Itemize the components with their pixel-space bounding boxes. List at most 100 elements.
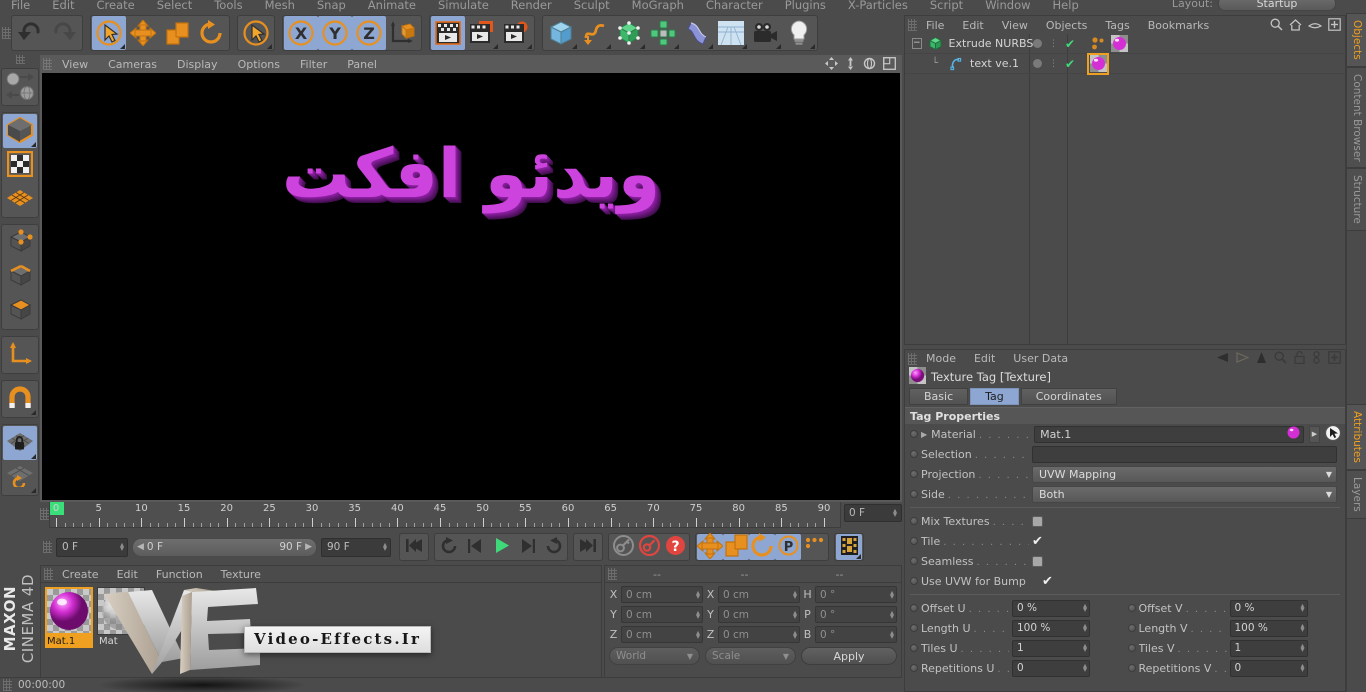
editor-visibility-dot[interactable] bbox=[1032, 39, 1042, 48]
spinner[interactable]: ▴ ▾ bbox=[793, 628, 797, 640]
menu-item-x-particles[interactable]: X-Particles bbox=[837, 0, 919, 12]
frame-spinner[interactable]: ▴ ▾ bbox=[893, 507, 897, 519]
render-region-button[interactable] bbox=[465, 16, 499, 50]
menu-item-select[interactable]: Select bbox=[146, 0, 203, 12]
doc-end-spinner[interactable]: ▴ ▾ bbox=[383, 541, 387, 553]
menu-item-create[interactable]: Create bbox=[86, 0, 146, 12]
viewport-gripper[interactable] bbox=[43, 58, 52, 70]
toolbar-gripper[interactable] bbox=[2, 27, 11, 39]
lock-workplane-button[interactable] bbox=[3, 426, 37, 460]
attribute-menu-item-mode[interactable]: Mode bbox=[917, 351, 965, 366]
material-thumbnail[interactable] bbox=[97, 587, 145, 635]
material-list[interactable]: Mat.1 Mat bbox=[41, 583, 601, 691]
object-visibility-dots[interactable]: ⋮ ✔ bbox=[1023, 37, 1085, 51]
spinner[interactable]: ▴ ▾ bbox=[793, 608, 797, 620]
tab-coordinates[interactable]: Coordinates bbox=[1020, 388, 1117, 405]
coordinate-system-dropdown[interactable]: World ▼ bbox=[609, 647, 700, 665]
material-field[interactable]: Mat.1 bbox=[1034, 425, 1304, 443]
keyframe-selection-button[interactable]: ? bbox=[662, 534, 688, 560]
tab-basic[interactable]: Basic bbox=[909, 388, 969, 405]
size-z-input[interactable]: 0 cm ▴ ▾ bbox=[718, 626, 800, 643]
object-axis-mode-button[interactable] bbox=[3, 338, 37, 372]
spinner[interactable]: ▴ ▾ bbox=[696, 588, 700, 600]
add-spline-button[interactable] bbox=[578, 16, 612, 50]
enabled-check-icon[interactable]: ✔ bbox=[1065, 57, 1075, 71]
position-x-input[interactable]: 0 cm ▴ ▾ bbox=[621, 586, 703, 603]
spinner[interactable]: ▴ ▾ bbox=[1083, 662, 1087, 674]
spinner[interactable]: ▴ ▾ bbox=[1300, 602, 1304, 614]
repetitions-u-input[interactable]: 0 ▴ ▾ bbox=[1012, 659, 1090, 677]
menu-item-sculpt[interactable]: Sculpt bbox=[563, 0, 621, 12]
position-z-input[interactable]: 0 cm ▴ ▾ bbox=[621, 626, 703, 643]
rotation-p-input[interactable]: 0 ° ▴ ▾ bbox=[815, 606, 897, 623]
viewport-canvas[interactable]: ویدئو افکت bbox=[42, 73, 900, 500]
viewport-menu-item-filter[interactable]: Filter bbox=[290, 57, 337, 72]
menu-item-animate[interactable]: Animate bbox=[357, 0, 427, 12]
object-menu-item-tags[interactable]: Tags bbox=[1096, 18, 1138, 33]
tiles-u-input[interactable]: 1 ▴ ▾ bbox=[1012, 639, 1090, 657]
edges-mode-button[interactable] bbox=[3, 260, 37, 294]
up-arrow-icon[interactable] bbox=[1256, 351, 1267, 367]
model-mode-button[interactable] bbox=[3, 114, 37, 148]
lock-icon[interactable] bbox=[1294, 351, 1305, 367]
object-menu-item-edit[interactable]: Edit bbox=[953, 18, 992, 33]
forward-arrow-icon[interactable] bbox=[1236, 352, 1250, 366]
dock-tab-structure[interactable]: Structure bbox=[1346, 168, 1366, 232]
range-right-arrow-icon[interactable]: ▶ bbox=[305, 542, 312, 552]
doc-start-spinner[interactable]: ▴ ▾ bbox=[120, 541, 124, 553]
move-tool[interactable] bbox=[126, 16, 160, 50]
status-bar-gripper[interactable] bbox=[3, 679, 12, 691]
spinner[interactable]: ▴ ▾ bbox=[1300, 662, 1304, 674]
coordinate-mode-dropdown[interactable]: Scale ▼ bbox=[705, 647, 796, 665]
viewport-menu-item-cameras[interactable]: Cameras bbox=[98, 57, 167, 72]
texture-tag[interactable] bbox=[1110, 35, 1128, 53]
parameter-dot[interactable] bbox=[910, 557, 918, 565]
spinner[interactable]: ▴ ▾ bbox=[890, 588, 894, 600]
material-manager-gripper[interactable] bbox=[44, 568, 53, 580]
viewport-menu-item-display[interactable]: Display bbox=[167, 57, 228, 72]
offset-v-input[interactable]: 0 % ▴ ▾ bbox=[1229, 599, 1308, 617]
add-mograph-button[interactable] bbox=[646, 16, 680, 50]
parameter-dot[interactable] bbox=[910, 517, 918, 525]
spinner[interactable]: ▴ ▾ bbox=[890, 608, 894, 620]
frame-ruler[interactable]: 0 5 10 15 20 25 30 35 40 45 50 55 60 65 70 75 80 85 90 bbox=[49, 502, 841, 528]
seamless-checkbox[interactable] bbox=[1032, 555, 1043, 567]
object-menu-item-file[interactable]: File bbox=[917, 18, 953, 33]
play-forwards-button[interactable] bbox=[540, 534, 566, 560]
play-backwards-button[interactable] bbox=[436, 534, 462, 560]
menu-item-snap[interactable]: Snap bbox=[306, 0, 357, 12]
render-visibility-dots[interactable]: ⋮ bbox=[1049, 59, 1058, 68]
menu-item-mesh[interactable]: Mesh bbox=[254, 0, 306, 12]
object-menu-item-view[interactable]: View bbox=[993, 18, 1037, 33]
pan-icon[interactable] bbox=[825, 57, 838, 73]
layout-selector[interactable]: Layout: Startup bbox=[1172, 0, 1336, 11]
viewport-menu-item-view[interactable]: View bbox=[52, 57, 98, 72]
parameter-dot[interactable] bbox=[910, 450, 918, 458]
menu-item-tools[interactable]: Tools bbox=[203, 0, 253, 12]
dock-tab-layers[interactable]: Layers bbox=[1346, 470, 1366, 519]
material-picker-icon[interactable] bbox=[1325, 424, 1341, 444]
go-to-start-button[interactable] bbox=[401, 534, 427, 560]
viewport-menu-item-options[interactable]: Options bbox=[228, 57, 290, 72]
left-toolbar-gripper[interactable] bbox=[15, 55, 25, 64]
editor-visibility-dot[interactable] bbox=[1032, 59, 1042, 68]
object-row[interactable]: └ text ve.1 ⋮ ✔ bbox=[905, 52, 1345, 75]
rotation-h-input[interactable]: 0 ° ▴ ▾ bbox=[815, 586, 897, 603]
world-object-axis-button[interactable] bbox=[386, 16, 420, 50]
material-item[interactable]: Mat bbox=[97, 587, 145, 648]
size-x-input[interactable]: 0 cm ▴ ▾ bbox=[718, 586, 800, 603]
length-v-input[interactable]: 100 % ▴ ▾ bbox=[1229, 619, 1308, 637]
lock-y-axis-button[interactable]: Y bbox=[318, 16, 352, 50]
parameter-dot[interactable] bbox=[1127, 604, 1136, 612]
offset-u-input[interactable]: 0 % ▴ ▾ bbox=[1012, 599, 1090, 617]
points-mode-button[interactable] bbox=[3, 226, 37, 260]
dock-tab-content-browser[interactable]: Content Browser bbox=[1346, 66, 1366, 169]
mograph-dots-tag[interactable] bbox=[1089, 35, 1107, 53]
size-y-input[interactable]: 0 cm ▴ ▾ bbox=[718, 606, 800, 623]
menu-item-script[interactable]: Script bbox=[919, 0, 974, 12]
use-uvw-for-bump-checkbox[interactable]: ✔ bbox=[1042, 575, 1053, 588]
rotate-view-icon[interactable] bbox=[863, 57, 876, 73]
spinner[interactable]: ▴ ▾ bbox=[696, 608, 700, 620]
rotation-key-button[interactable] bbox=[749, 532, 775, 560]
transport-gripper[interactable] bbox=[43, 541, 52, 553]
